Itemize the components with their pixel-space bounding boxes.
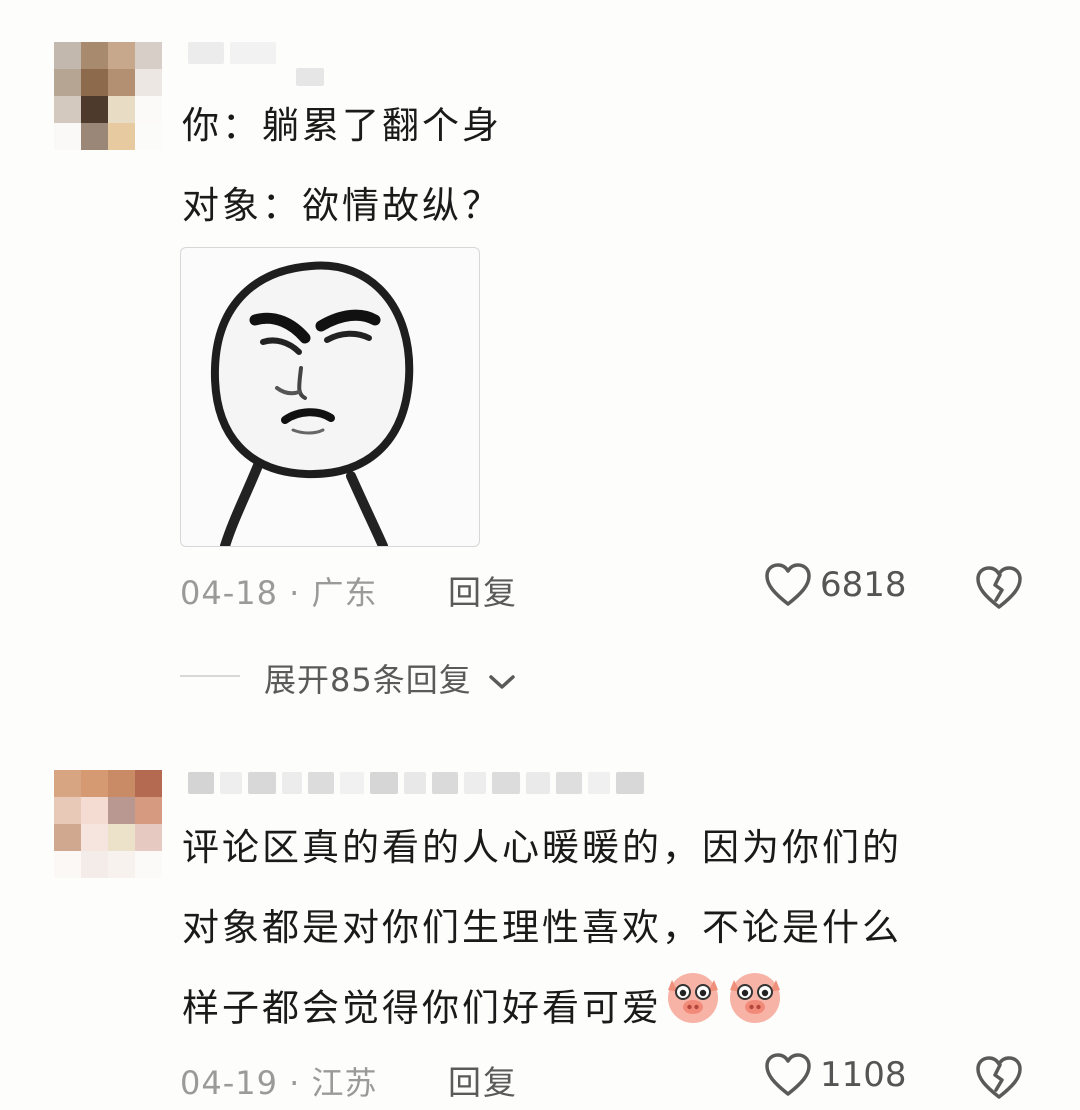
like-button[interactable]: 6818 bbox=[764, 562, 907, 608]
heart-outline-icon bbox=[765, 1053, 811, 1096]
expand-divider bbox=[180, 675, 240, 677]
avatar[interactable] bbox=[54, 42, 162, 150]
comment-meta: 04-18 · 广东 bbox=[180, 568, 378, 614]
comment-line: 样子都会觉得你们好看可爱 bbox=[182, 968, 902, 1048]
comment-line: 对象都是对你们生理性喜欢，不论是什么 bbox=[182, 906, 902, 949]
meme-face-drawing bbox=[210, 261, 414, 546]
reply-button[interactable]: 回复 bbox=[448, 1056, 518, 1104]
broken-heart-icon bbox=[976, 566, 1022, 609]
expand-replies-button[interactable]: 展开85条回复 bbox=[264, 655, 517, 701]
chevron-down-icon bbox=[489, 675, 515, 689]
expand-replies-label: 展开85条回复 bbox=[264, 661, 472, 699]
comment-date: 04-19 bbox=[180, 1064, 278, 1102]
like-button[interactable]: 1108 bbox=[764, 1052, 907, 1098]
separator-dot: · bbox=[289, 574, 301, 612]
comment-meta: 04-19 · 江苏 bbox=[180, 1058, 378, 1104]
heart-outline-icon bbox=[765, 563, 811, 606]
comment-line: 评论区真的看的人心暖暖的，因为你们的 bbox=[182, 826, 902, 869]
user-badge-blurred bbox=[296, 68, 324, 86]
comment-feed: 你：躺累了翻个身 对象：欲情故纵？ 04-18 · 广东 回复 6818 展开8… bbox=[0, 0, 1080, 1110]
comment-line-text: 样子都会觉得你们好看可爱 bbox=[182, 986, 662, 1030]
pig-face-emoji bbox=[724, 968, 786, 1052]
dislike-button[interactable] bbox=[975, 1055, 1023, 1105]
comment-line: 你：躺累了翻个身 bbox=[182, 104, 502, 147]
comment-line: 对象：欲情故纵？ bbox=[182, 184, 502, 227]
separator-dot: · bbox=[289, 1064, 301, 1102]
broken-heart-icon bbox=[976, 1056, 1022, 1099]
comment-location: 江苏 bbox=[311, 1064, 378, 1102]
pig-face-emoji bbox=[662, 968, 724, 1052]
comment-body: 你：躺累了翻个身 对象：欲情故纵？ bbox=[182, 86, 502, 246]
username-blurred[interactable] bbox=[188, 772, 644, 794]
username-blurred[interactable] bbox=[188, 42, 276, 64]
like-count: 1108 bbox=[820, 1055, 907, 1095]
comment-location: 广东 bbox=[311, 574, 378, 612]
like-count: 6818 bbox=[820, 565, 907, 605]
meme-image[interactable] bbox=[180, 247, 480, 547]
comment-body: 评论区真的看的人心暖暖的，因为你们的 对象都是对你们生理性喜欢，不论是什么 样子… bbox=[182, 808, 902, 1048]
avatar[interactable] bbox=[54, 770, 162, 878]
dislike-button[interactable] bbox=[975, 565, 1023, 615]
reply-button[interactable]: 回复 bbox=[448, 566, 518, 614]
comment-date: 04-18 bbox=[180, 574, 278, 612]
